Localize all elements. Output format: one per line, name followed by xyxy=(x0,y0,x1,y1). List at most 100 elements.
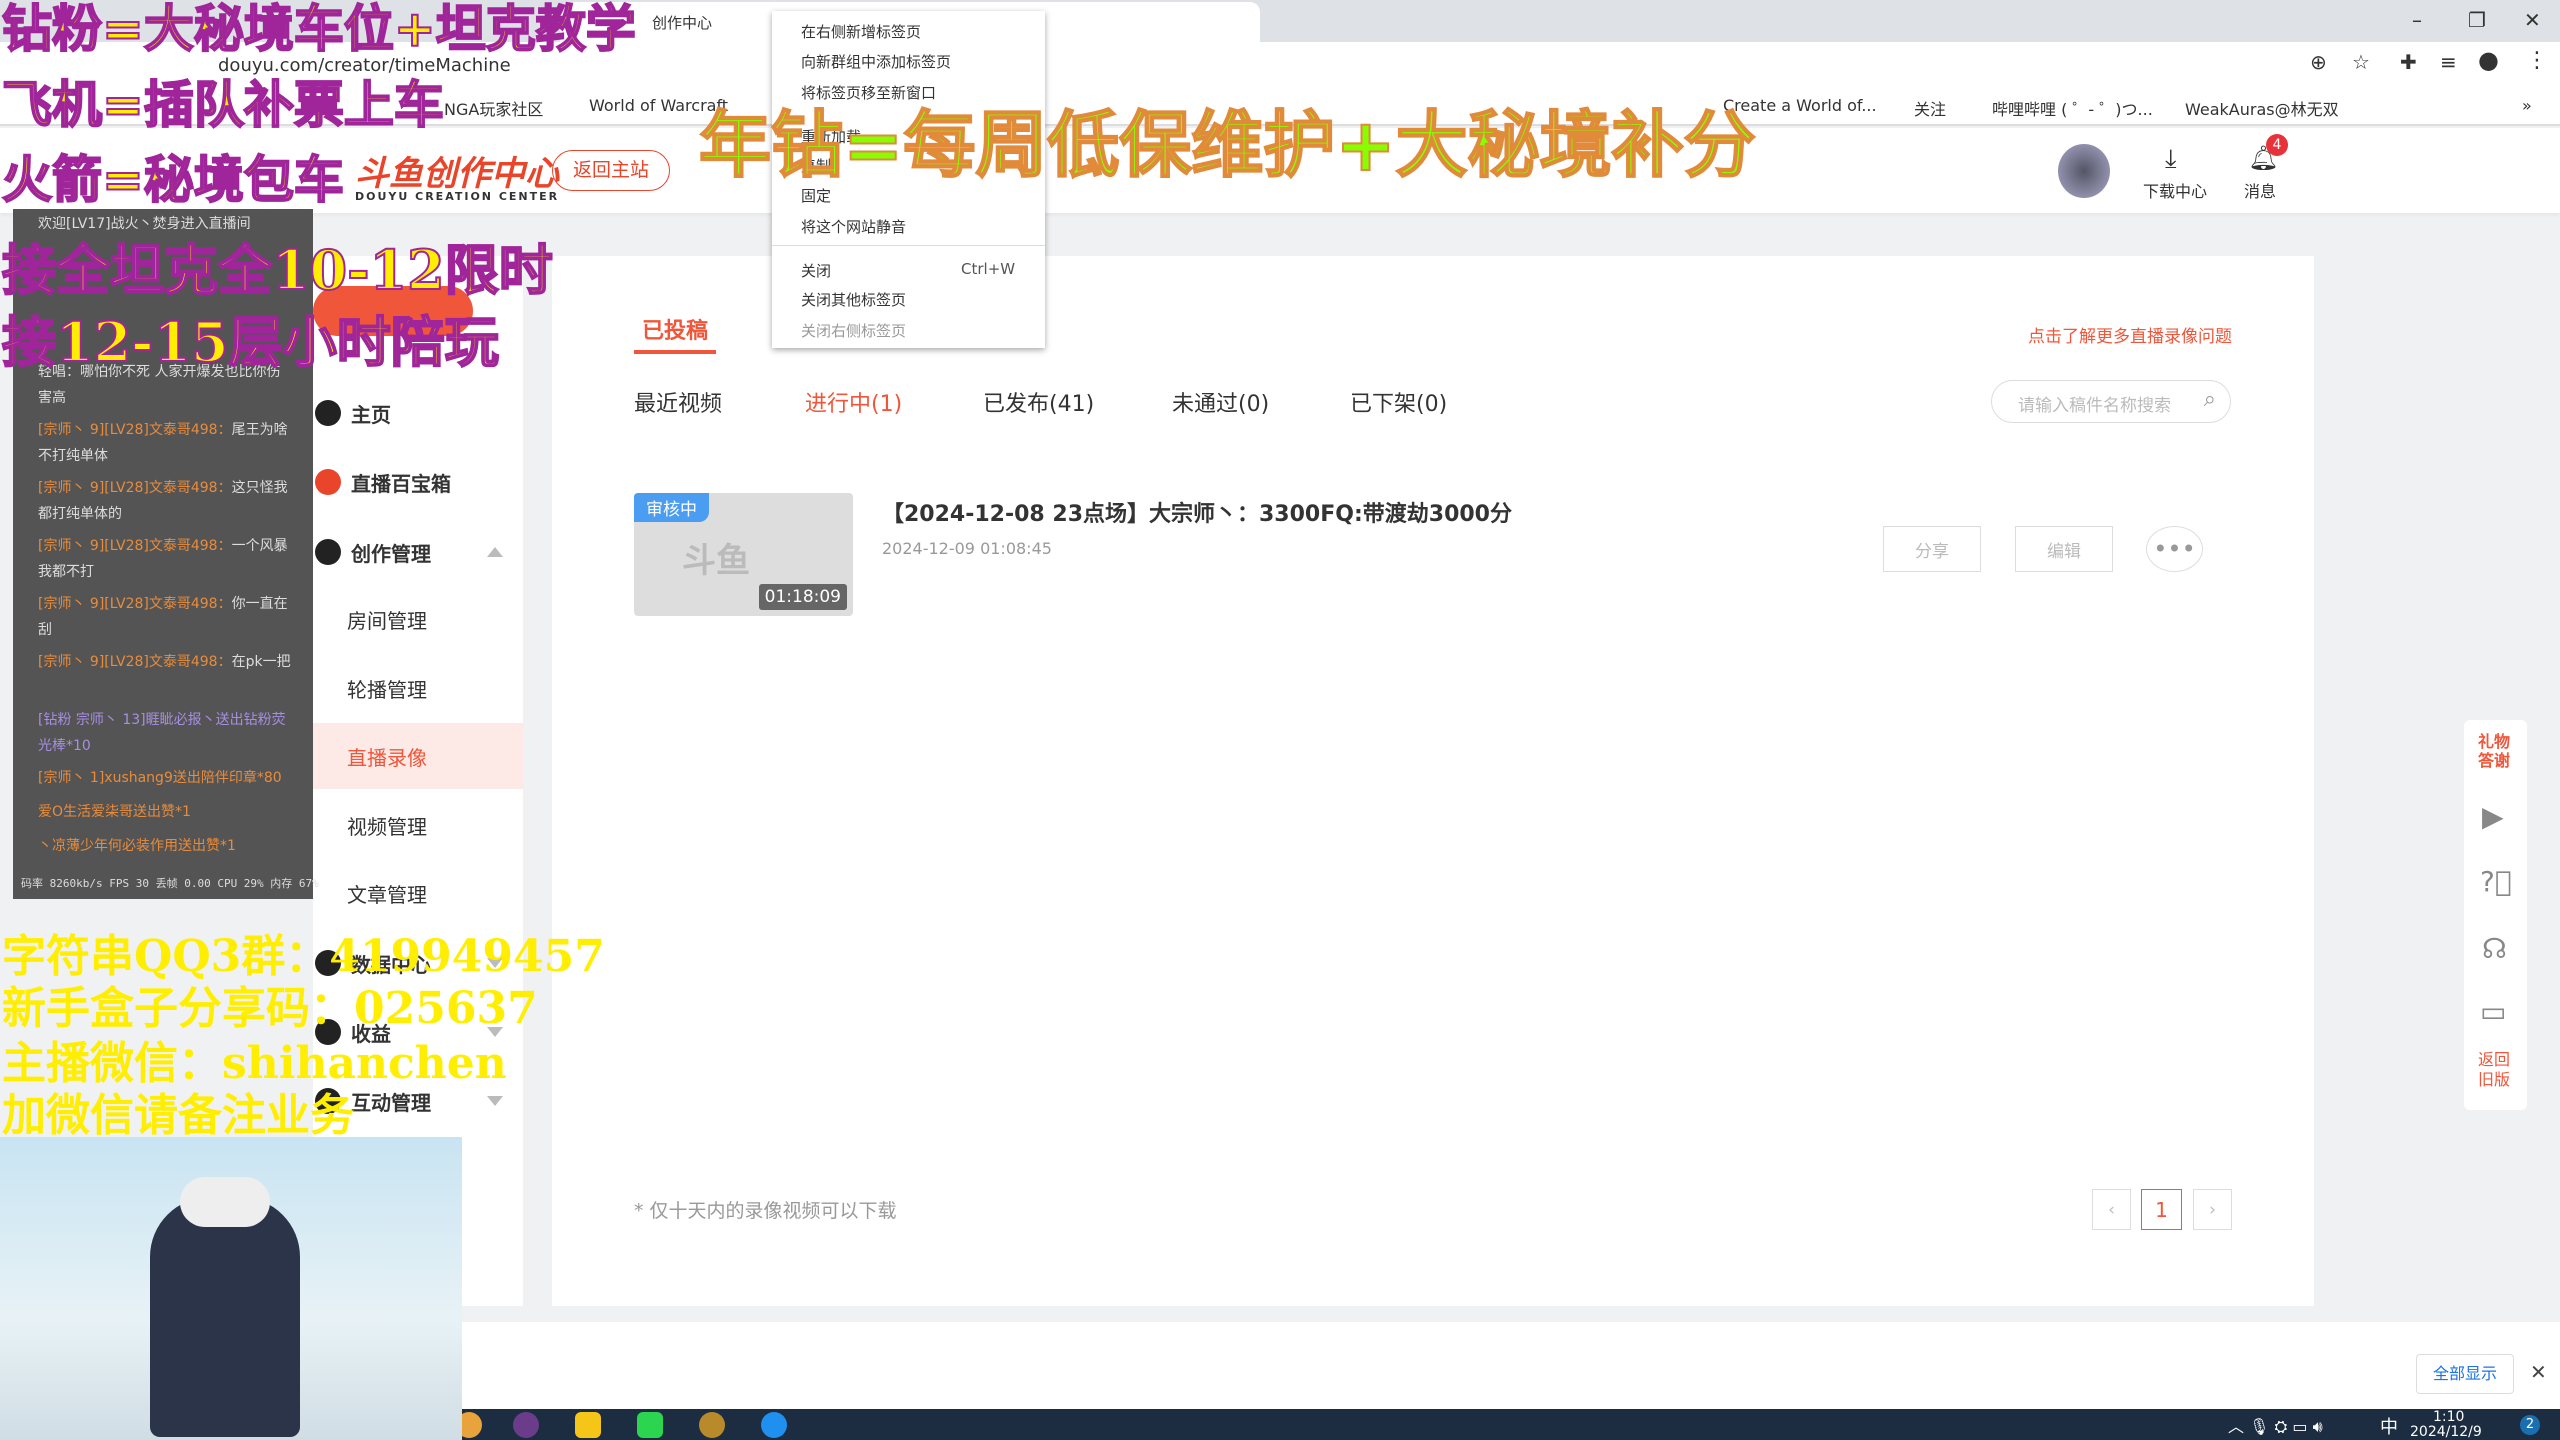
clock-time[interactable]: 1:10 xyxy=(2433,1409,2464,1425)
character-head xyxy=(180,1177,270,1227)
sidebar-item-carousel[interactable]: 轮播管理 xyxy=(313,655,523,721)
subtab-published[interactable]: 已发布(41) xyxy=(983,386,1094,418)
profile-icon[interactable]: ● xyxy=(2478,46,2499,74)
chevron-down-icon xyxy=(487,1096,503,1106)
chat-message: [宗师丶 9][LV28]文泰哥498：一个风暴我都不打 xyxy=(38,533,293,585)
chat-user: [宗师丶 9][LV28]文泰哥498： xyxy=(38,596,232,612)
prev-page-button[interactable]: ‹ xyxy=(2092,1189,2131,1230)
sidebar-item-toolbox[interactable]: 直播百宝箱 xyxy=(313,449,523,515)
sidebar-item-home[interactable]: 主页 xyxy=(313,380,523,446)
search-placeholder: 请输入稿件名称搜索 xyxy=(2018,396,2171,416)
next-page-button[interactable]: › xyxy=(2193,1189,2232,1230)
minimize-button[interactable]: – xyxy=(2412,8,2422,32)
label: 房间管理 xyxy=(347,608,427,633)
bookmark[interactable]: 哔哩哔哩 ( ゜- ゜)つ... xyxy=(1992,96,2153,120)
status-badge: 审核中 xyxy=(634,493,709,522)
main-card: 已投稿 点击了解更多直播录像问题 最近视频 进行中(1) 已发布(41) 未通过… xyxy=(552,256,2314,1306)
menu-item[interactable]: 向新群组中添加标签页 xyxy=(801,51,951,72)
overlay-text: 钻粉=大秘境车位+坦克教学 xyxy=(1,0,637,58)
label: 主页 xyxy=(351,402,391,427)
sidebar-item-videos[interactable]: 视频管理 xyxy=(313,792,523,858)
menu-icon[interactable]: ⋮ xyxy=(2526,48,2548,73)
stream-stats: 码率 8260kb/s FPS 30 丢帧 0.00 CPU 29% 内存 67… xyxy=(21,877,319,890)
bookmark[interactable]: WeakAuras@林无双 xyxy=(2185,96,2339,120)
extensions-icon[interactable]: ✚ xyxy=(2400,50,2417,74)
help-link[interactable]: 点击了解更多直播录像问题 xyxy=(2028,322,2232,347)
panda-character-image xyxy=(0,1137,462,1440)
chevron-up-icon xyxy=(487,547,503,557)
logo[interactable]: 斗鱼创作中心 xyxy=(355,146,559,195)
subtab-rejected[interactable]: 未通过(0) xyxy=(1172,386,1269,418)
menu-item[interactable]: 在右侧新增标签页 xyxy=(801,21,921,42)
battlenet-icon[interactable] xyxy=(761,1412,787,1438)
label: 直播录像 xyxy=(347,745,427,770)
chat-gift: 爱O生活爱柒哥送出赞*1 xyxy=(38,804,191,820)
notification-badge[interactable]: 2 xyxy=(2520,1415,2540,1435)
headset-icon[interactable]: ☊ xyxy=(2482,932,2507,965)
menu-item-close[interactable]: 关闭 xyxy=(801,260,831,281)
show-all-button[interactable]: 全部显示 xyxy=(2416,1354,2514,1394)
search-input[interactable]: 请输入稿件名称搜索 ⌕ xyxy=(1991,380,2231,423)
chat-user: [宗师丶 9][LV28]文泰哥498： xyxy=(38,538,232,554)
avatar[interactable] xyxy=(2058,144,2110,198)
label: 视频管理 xyxy=(347,814,427,839)
video-play-icon[interactable]: ▶︎ xyxy=(2482,800,2504,833)
chat-user: [宗师丶 9][LV28]文泰哥498： xyxy=(38,654,232,670)
menu-item[interactable]: 关闭其他标签页 xyxy=(801,289,906,310)
tab-title: 创作中心 xyxy=(652,14,713,32)
chat-user: [宗师丶 9][LV28]文泰哥498： xyxy=(38,422,232,438)
download-center-link[interactable]: 下载中心 xyxy=(2143,178,2207,202)
zoom-icon[interactable]: ⊕ xyxy=(2310,50,2327,74)
close-icon[interactable]: ✕ xyxy=(2530,1360,2547,1384)
g-app-icon[interactable] xyxy=(637,1412,663,1438)
sidebar-item-recordings[interactable]: 直播录像 xyxy=(313,723,523,789)
chat-text: 在pk一把 xyxy=(231,654,291,670)
subtab-recent[interactable]: 最近视频 xyxy=(634,386,722,418)
old-version-button[interactable]: 返回旧版 xyxy=(2478,1050,2514,1090)
sidebar-item-articles[interactable]: 文章管理 xyxy=(313,860,523,926)
sidebar-item-room[interactable]: 房间管理 xyxy=(313,586,523,652)
video-date: 2024-12-09 01:08:45 xyxy=(882,539,1052,558)
bookmark[interactable]: 关注 xyxy=(1914,96,1946,120)
tray-icons[interactable]: ︿ 🎙︎ ⛭ ▭ 🔊︎ xyxy=(2228,1413,2323,1437)
video-title[interactable]: 【2024-12-08 23点场】大宗师丶：3300FQ:带渡劫3000分 xyxy=(882,496,1512,528)
chat-gift: [钻粉 宗师丶 13]睚眦必报丶送出钻粉荧光棒*10 xyxy=(38,712,286,754)
sidebar-item-creation[interactable]: 创作管理 xyxy=(313,519,523,585)
search-icon[interactable]: ⌕ xyxy=(2204,387,2216,412)
menu-separator xyxy=(772,245,1045,246)
subtab-in-progress[interactable]: 进行中(1) xyxy=(805,386,902,418)
floating-toolbar: 礼物答谢 ▶︎ ?⃝ ☊ ▭ 返回旧版 xyxy=(2464,720,2527,1110)
url-text[interactable]: douyu.com/creator/timeMachine xyxy=(218,57,511,75)
more-bookmarks-icon[interactable]: » xyxy=(2522,96,2532,115)
chat-gift: [宗师丶 1]xushang9送出陪伴印章*80 xyxy=(38,770,282,786)
bookmark[interactable]: NGA玩家社区 xyxy=(444,96,543,120)
page-1-button[interactable]: 1 xyxy=(2141,1189,2182,1230)
video-thumbnail[interactable]: 审核中 斗鱼 01:18:09 xyxy=(634,493,853,616)
chat-message: [宗师丶 9][LV28]文泰哥498：在pk一把 xyxy=(38,649,293,675)
logo-subtitle: DOUYU CREATION CENTER xyxy=(355,190,560,203)
tab-submitted[interactable]: 已投稿 xyxy=(642,313,708,345)
ime-indicator[interactable]: 中 xyxy=(2380,1413,2398,1439)
media-icon[interactable]: ≡ xyxy=(2440,50,2457,74)
star-icon[interactable]: ☆ xyxy=(2352,50,2370,74)
menu-item: 关闭右侧标签页 xyxy=(801,322,907,340)
menu-item[interactable]: 将这个网站静音 xyxy=(801,216,906,237)
chat-gift: 丶凉薄少年何必装作用送出赞*1 xyxy=(38,838,236,854)
more-options-button[interactable]: ••• xyxy=(2146,526,2203,572)
back-home-button[interactable]: 返回主站 xyxy=(552,150,670,191)
label: 文章管理 xyxy=(347,882,427,907)
close-window-button[interactable]: ✕ xyxy=(2524,8,2541,32)
help-icon[interactable]: ?⃝ xyxy=(2480,865,2512,898)
wow-icon[interactable] xyxy=(699,1412,725,1438)
messages-link[interactable]: 消息 xyxy=(2244,178,2276,202)
game-icon[interactable] xyxy=(513,1412,539,1438)
clock-date[interactable]: 2024/12/9 xyxy=(2410,1424,2482,1440)
subtab-removed[interactable]: 已下架(0) xyxy=(1350,386,1447,418)
edit-button[interactable]: 编辑 xyxy=(2015,526,2113,572)
download-icon[interactable]: ⤓ xyxy=(2165,144,2177,175)
douyu-icon[interactable] xyxy=(575,1412,601,1438)
maximize-button[interactable]: ❐ xyxy=(2468,8,2486,32)
gift-thanks-button[interactable]: 礼物答谢 xyxy=(2478,732,2514,770)
share-button[interactable]: 分享 xyxy=(1883,526,1981,572)
monitor-icon[interactable]: ▭ xyxy=(2480,995,2506,1028)
